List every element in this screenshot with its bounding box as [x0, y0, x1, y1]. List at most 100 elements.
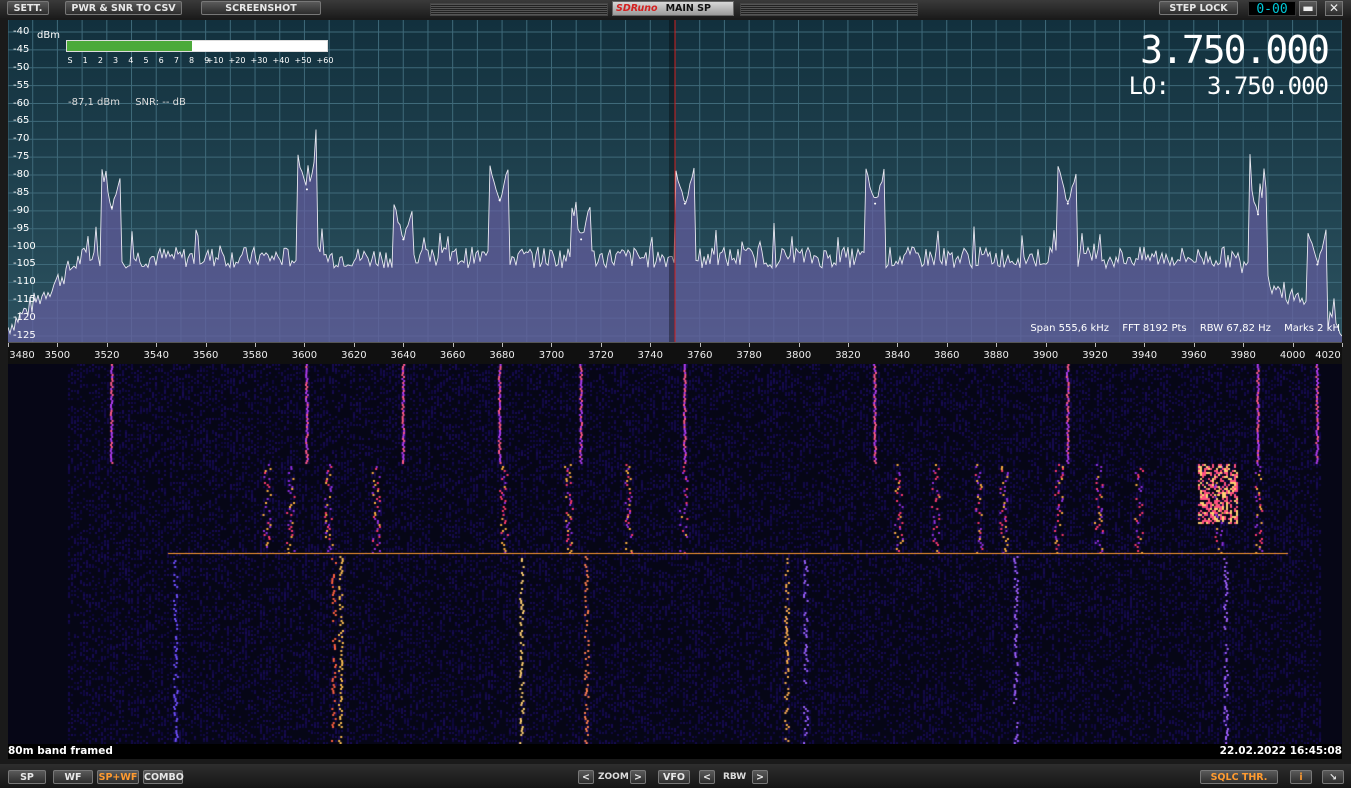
y-tick-label: -120 — [13, 312, 36, 324]
pwr-snr-csv-button[interactable]: PWR & SNR TO CSV — [65, 1, 182, 15]
waterfall-caption-bar: 80m band framed 22.02.2022 16:45:08 — [8, 744, 1342, 759]
vfo-frequency[interactable]: 3.750.000 — [1140, 28, 1330, 72]
combo-mode-button[interactable]: COMBO — [143, 770, 184, 784]
x-tick-label: 4020 — [1315, 350, 1341, 361]
x-tick-label: 3600 — [291, 350, 318, 361]
rbw-down-button[interactable]: < — [699, 770, 715, 784]
x-tick-label: 3520 — [94, 350, 120, 361]
x-tick-mark — [156, 343, 158, 347]
y-tick-label: -80 — [13, 169, 30, 181]
y-tick-label: -55 — [13, 79, 30, 91]
x-tick-mark — [798, 343, 800, 347]
s-meter-tick: 4 — [128, 56, 134, 65]
s-meter-tick: +40 — [272, 56, 290, 65]
y-tick-label: -90 — [13, 204, 30, 216]
zoom-label: ZOOM — [598, 772, 629, 782]
x-tick-label: 3480 — [9, 350, 35, 361]
s-meter-tick: +20 — [228, 56, 246, 65]
x-tick-mark — [1094, 343, 1096, 347]
step-lock-button[interactable]: STEP LOCK — [1159, 1, 1238, 15]
level-readout: -87,1 dBm — [68, 97, 121, 108]
vfo-button[interactable]: VFO — [658, 770, 690, 784]
signal-readout: -87,1 dBm SNR: -- dB — [68, 97, 198, 108]
s-meter-tick: 1 — [82, 56, 88, 65]
top-toolbar: SETT. PWR & SNR TO CSV SCREENSHOT SDRuno… — [0, 0, 1351, 18]
frequency-axis[interactable]: 3480 3500 3520 3540 3560 3580 3600 3620 3640 3660… — [8, 342, 1343, 365]
x-tick-label: 3880 — [983, 350, 1009, 361]
close-icon[interactable]: ✕ — [1325, 1, 1343, 16]
grille-decoration — [430, 3, 608, 16]
x-tick-mark — [403, 343, 405, 347]
resize-icon[interactable]: ↘ — [1322, 770, 1344, 784]
x-tick-label: 3500 — [44, 350, 71, 361]
x-tick-mark — [1342, 343, 1343, 347]
rbw-up-button[interactable]: > — [752, 770, 768, 784]
settings-button[interactable]: SETT. — [7, 1, 49, 15]
x-tick-mark — [946, 343, 948, 347]
x-tick-mark — [699, 343, 701, 347]
spectrum-peak — [580, 238, 583, 241]
y-tick-label: -50 — [13, 61, 30, 73]
x-tick-mark — [1045, 343, 1047, 347]
wf-mode-button[interactable]: WF — [53, 770, 93, 784]
s-meter-tick: +10 — [206, 56, 224, 65]
x-tick-label: 3700 — [538, 350, 565, 361]
x-tick-label: 3580 — [242, 350, 268, 361]
rbw-label: RBW — [723, 772, 747, 782]
minimize-icon[interactable]: ▬ — [1299, 1, 1317, 16]
x-tick-label: 3560 — [192, 350, 219, 361]
lo-frequency[interactable]: 3.750.000 — [1207, 72, 1329, 100]
x-tick-label: 3940 — [1131, 350, 1158, 361]
x-tick-label: 3640 — [390, 350, 416, 361]
s-meter-tick: 8 — [189, 56, 195, 65]
y-tick-label: -45 — [13, 43, 30, 55]
spectrum-peak — [110, 206, 113, 209]
x-tick-label: 3740 — [637, 350, 664, 361]
x-tick-label: 3820 — [835, 350, 861, 361]
x-tick-mark — [996, 343, 998, 347]
zoom-in-button[interactable]: > — [630, 770, 646, 784]
y-tick-label: -100 — [13, 240, 36, 252]
zoom-out-button[interactable]: < — [578, 770, 594, 784]
waterfall-timestamp: 22.02.2022 16:45:08 — [1219, 745, 1342, 757]
x-tick-mark — [1144, 343, 1146, 347]
window-title: SDRuno MAIN SP — [612, 1, 734, 16]
screenshot-button[interactable]: SCREENSHOT — [201, 1, 321, 15]
lo-frequency-display[interactable]: LO: 3.750.000 — [1129, 72, 1329, 100]
spectrum-peak — [683, 202, 686, 205]
info-icon[interactable]: i — [1290, 770, 1312, 784]
y-tick-label: -125 — [13, 330, 36, 341]
s-meter-tick: 3 — [113, 56, 119, 65]
fft-readout: FFT 8192 Pts — [1122, 323, 1187, 334]
x-tick-label: 3760 — [686, 350, 713, 361]
x-tick-mark — [897, 343, 899, 347]
x-tick-label: 3800 — [785, 350, 812, 361]
sp-mode-button[interactable]: SP — [8, 770, 46, 784]
marks-readout: Marks 2 kH — [1284, 323, 1340, 334]
step-display[interactable]: 0-00 — [1248, 1, 1296, 17]
x-tick-mark — [1292, 343, 1294, 347]
sqlc-threshold-button[interactable]: SQLC THR. — [1200, 770, 1278, 784]
y-tick-label: -40 — [13, 26, 30, 37]
x-tick-mark — [255, 343, 257, 347]
spectrum-peak — [305, 188, 308, 191]
sp-wf-mode-button[interactable]: SP+WF — [97, 770, 139, 784]
x-tick-mark — [205, 343, 207, 347]
s-meter-tick: 2 — [97, 56, 103, 65]
x-tick-mark — [353, 343, 355, 347]
x-tick-mark — [304, 343, 306, 347]
s-meter-tick: 5 — [143, 56, 149, 65]
x-tick-label: 3660 — [439, 350, 466, 361]
y-tick-label: -75 — [13, 151, 30, 163]
spectrum-display[interactable]: dBm -40 -45 -50 -55 -60 -65 -70 -75 -80 -85 -90 -95… — [8, 20, 1342, 342]
s-meter-tick: +60 — [316, 56, 334, 65]
waterfall-display[interactable] — [8, 364, 1342, 744]
rbw-readout: RBW 67,82 Hz — [1199, 323, 1271, 334]
s-meter-tick: 6 — [158, 56, 164, 65]
spectrum-peak — [1316, 263, 1319, 266]
bottom-toolbar: SP WF SP+WF COMBO < ZOOM > VFO < RBW > S… — [0, 764, 1351, 788]
x-tick-label: 3960 — [1181, 350, 1207, 361]
y-tick-label: -115 — [13, 294, 36, 306]
waterfall-canvas — [8, 364, 1342, 744]
spectrum-peak — [1257, 213, 1260, 216]
